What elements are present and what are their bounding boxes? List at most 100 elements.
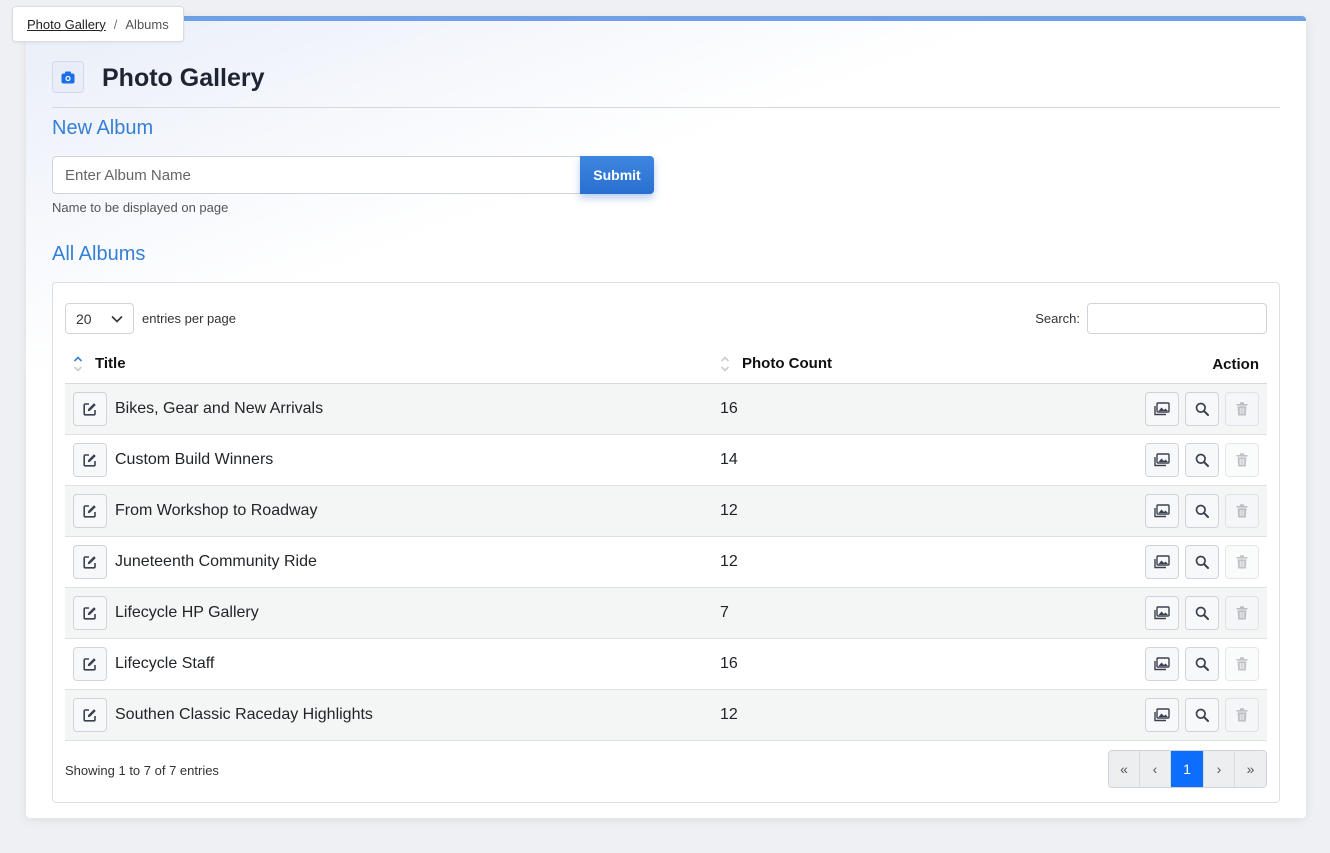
table-header-row: Title Photo Count Action: [65, 346, 1267, 384]
edit-button[interactable]: [73, 697, 107, 732]
page-first-button[interactable]: «: [1109, 751, 1140, 787]
column-header-title[interactable]: Title: [65, 346, 720, 384]
table-search: Search:: [1035, 303, 1267, 334]
breadcrumb: Photo Gallery / Albums: [12, 6, 184, 42]
title-cell: Juneteenth Community Ride: [65, 536, 720, 588]
delete-album-button[interactable]: [1225, 544, 1259, 579]
action-cell: [980, 689, 1267, 741]
photo-count-cell: 7: [720, 587, 980, 639]
trash-icon: [1236, 503, 1248, 517]
album-title: Southen Classic Raceday Highlights: [115, 705, 373, 723]
view-album-button[interactable]: [1185, 442, 1219, 477]
search-icon: [1195, 453, 1209, 467]
album-name-input[interactable]: [52, 156, 580, 194]
photos-icon: [1154, 554, 1170, 568]
photos-icon: [1154, 605, 1170, 619]
album-name-help-text: Name to be displayed on page: [52, 200, 229, 215]
photo-count-cell: 12: [720, 485, 980, 537]
photo-count-cell: 16: [720, 638, 980, 690]
column-header-action: Action: [980, 346, 1267, 384]
page-next-button[interactable]: ›: [1204, 751, 1235, 787]
manage-photos-button[interactable]: [1145, 391, 1179, 426]
photo-count: 14: [720, 450, 738, 468]
page-1-button[interactable]: 1: [1171, 751, 1204, 787]
breadcrumb-separator: /: [113, 16, 118, 32]
breadcrumb-link-photo-gallery[interactable]: Photo Gallery: [27, 17, 106, 32]
entries-per-page-select[interactable]: 20: [65, 303, 134, 334]
edit-button[interactable]: [73, 544, 107, 579]
sort-icon: [73, 356, 83, 372]
trash-icon: [1236, 656, 1248, 670]
column-header-photo-count[interactable]: Photo Count: [720, 346, 980, 384]
photos-icon: [1154, 503, 1170, 517]
edit-button[interactable]: [73, 595, 107, 630]
search-icon: [1195, 504, 1209, 518]
action-cell: [980, 638, 1267, 690]
new-album-heading: New Album: [52, 117, 154, 139]
title-cell: Southen Classic Raceday Highlights: [65, 689, 720, 741]
page-title: Photo Gallery: [102, 64, 265, 92]
photo-count: 12: [720, 552, 738, 570]
breadcrumb-current: Albums: [125, 16, 169, 32]
table-row: Lifecycle HP Gallery 7: [65, 587, 1267, 639]
delete-album-button[interactable]: [1225, 391, 1259, 426]
all-albums-heading: All Albums: [52, 243, 146, 265]
trash-icon: [1236, 452, 1248, 466]
search-input[interactable]: [1087, 303, 1267, 334]
edit-icon: [83, 708, 96, 722]
trash-icon: [1236, 605, 1248, 619]
photo-count: 16: [720, 654, 738, 672]
photo-count-cell: 12: [720, 536, 980, 588]
delete-album-button[interactable]: [1225, 697, 1259, 732]
manage-photos-button[interactable]: [1145, 646, 1179, 681]
photo-count-cell: 14: [720, 434, 980, 486]
table-row: Custom Build Winners 14: [65, 434, 1267, 486]
table-row: Lifecycle Staff 16: [65, 638, 1267, 690]
manage-photos-button[interactable]: [1145, 442, 1179, 477]
delete-album-button[interactable]: [1225, 493, 1259, 528]
albums-table-card: 20 entries per page Search: Title Photo …: [52, 282, 1280, 803]
edit-icon: [83, 453, 96, 467]
delete-album-button[interactable]: [1225, 442, 1259, 477]
search-icon: [1195, 402, 1209, 416]
title-cell: Lifecycle Staff: [65, 638, 720, 690]
view-album-button[interactable]: [1185, 391, 1219, 426]
edit-icon: [83, 555, 96, 569]
album-title: Custom Build Winners: [115, 450, 274, 468]
entries-per-page-label: entries per page: [142, 311, 236, 326]
trash-icon: [1236, 707, 1248, 721]
photo-count: 12: [720, 501, 738, 519]
action-cell: [980, 587, 1267, 639]
edit-button[interactable]: [73, 391, 107, 426]
view-album-button[interactable]: [1185, 595, 1219, 630]
manage-photos-button[interactable]: [1145, 595, 1179, 630]
manage-photos-button[interactable]: [1145, 697, 1179, 732]
manage-photos-button[interactable]: [1145, 544, 1179, 579]
edit-button[interactable]: [73, 442, 107, 477]
albums-table: Title Photo Count Action Bikes, Gear and…: [65, 346, 1267, 741]
table-row: Bikes, Gear and New Arrivals 16: [65, 383, 1267, 435]
page-last-button[interactable]: »: [1235, 751, 1266, 787]
edit-button[interactable]: [73, 646, 107, 681]
manage-photos-button[interactable]: [1145, 493, 1179, 528]
edit-icon: [83, 606, 96, 620]
search-icon: [1195, 708, 1209, 722]
view-album-button[interactable]: [1185, 646, 1219, 681]
table-row: From Workshop to Roadway 12: [65, 485, 1267, 537]
photo-count-cell: 12: [720, 689, 980, 741]
action-cell: [980, 485, 1267, 537]
delete-album-button[interactable]: [1225, 646, 1259, 681]
entries-per-page-value: 20: [76, 310, 92, 327]
album-title: Bikes, Gear and New Arrivals: [115, 399, 324, 417]
search-icon: [1195, 657, 1209, 671]
view-album-button[interactable]: [1185, 697, 1219, 732]
edit-button[interactable]: [73, 493, 107, 528]
pagination: « ‹ 1 › »: [1108, 750, 1267, 788]
page-prev-button[interactable]: ‹: [1140, 751, 1171, 787]
view-album-button[interactable]: [1185, 493, 1219, 528]
delete-album-button[interactable]: [1225, 595, 1259, 630]
submit-button[interactable]: Submit: [580, 156, 654, 194]
view-album-button[interactable]: [1185, 544, 1219, 579]
photos-icon: [1154, 401, 1170, 415]
photo-count: 12: [720, 705, 738, 723]
